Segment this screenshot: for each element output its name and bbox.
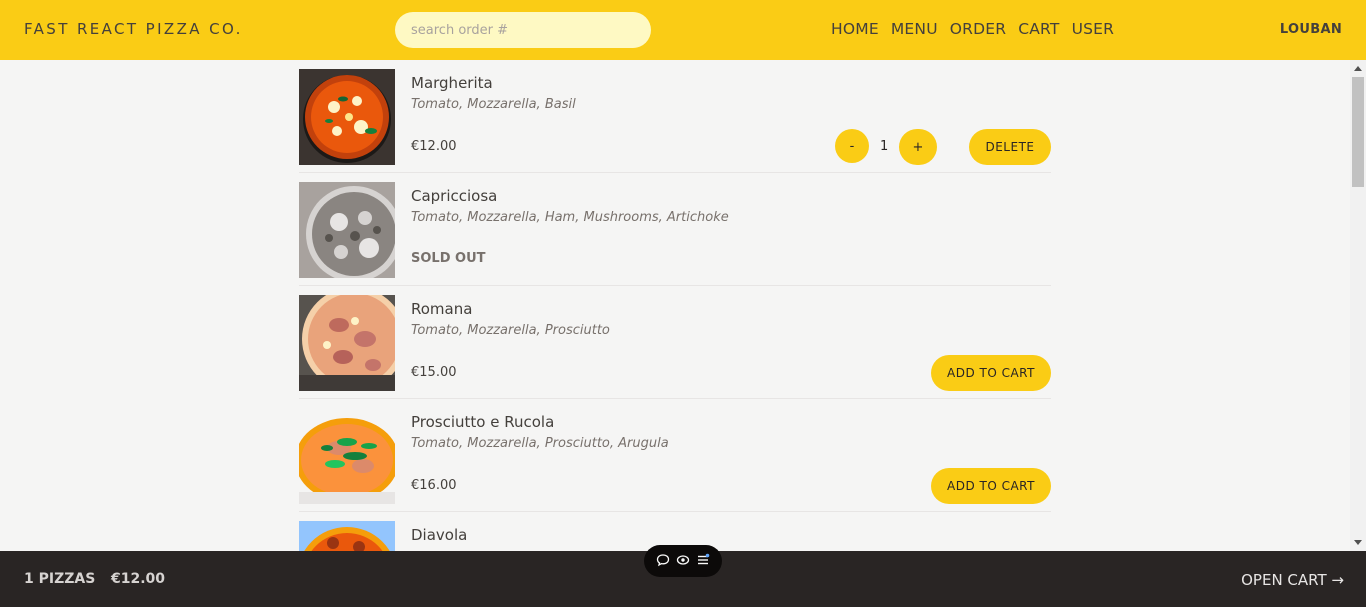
pizza-name: Capricciosa [411,187,498,205]
scrollbar-thumb[interactable] [1352,77,1364,187]
menu-item: Prosciutto e Rucola Tomato, Mozzarella, … [299,399,1051,512]
pizza-name: Margherita [411,74,493,92]
increase-quantity-button[interactable]: + [899,129,937,165]
eye-icon[interactable] [676,552,690,571]
brand-logo[interactable]: FAST REACT PIZZA CO. [24,20,243,38]
menu-lines-icon[interactable] [696,552,710,571]
menu-item: Margherita Tomato, Mozzarella, Basil €12… [299,60,1051,173]
menu-item: Romana Tomato, Mozzarella, Prosciutto €1… [299,286,1051,399]
pizza-ingredients: Tomato, Mozzarella, Prosciutto, Arugula [411,436,669,451]
scroll-down-arrow-icon[interactable] [1354,540,1362,545]
menu-page: Margherita Tomato, Mozzarella, Basil €12… [0,60,1350,551]
pizza-name: Diavola [411,526,468,544]
app-header: FAST REACT PIZZA CO. HOME MENU ORDER CAR… [0,0,1366,60]
cart-pizza-count: 1 PIZZAS [24,571,96,587]
pizza-image [299,295,395,391]
username: LOUBAN [1279,22,1342,37]
cart-total-price: €12.00 [111,571,166,587]
menu-list: Margherita Tomato, Mozzarella, Basil €12… [299,60,1051,551]
nav-cart-link[interactable]: CART [1018,20,1059,38]
pizza-image [299,69,395,165]
pizza-name: Prosciutto e Rucola [411,413,555,431]
nav-user-link[interactable]: USER [1072,20,1115,38]
sold-out-label: SOLD OUT [411,251,486,266]
pizza-ingredients: Tomato, Mozzarella, Ham, Mushrooms, Arti… [411,210,729,225]
open-cart-link[interactable]: OPEN CART → [1241,571,1344,589]
nav-menu-link[interactable]: MENU [891,20,938,38]
menu-item: Capricciosa Tomato, Mozzarella, Ham, Mus… [299,173,1051,286]
pizza-image [299,182,395,278]
pizza-image [299,408,395,504]
pizza-price: €16.00 [411,478,457,493]
pizza-name: Romana [411,300,473,318]
decrease-quantity-button[interactable]: - [835,129,869,163]
scroll-up-arrow-icon[interactable] [1354,66,1362,71]
add-to-cart-button[interactable]: ADD TO CART [931,468,1051,504]
main-nav: HOME MENU ORDER CART USER [831,20,1114,38]
vertical-scrollbar[interactable] [1350,60,1366,551]
item-quantity: 1 [880,139,889,154]
nav-home-link[interactable]: HOME [831,20,879,38]
add-to-cart-button[interactable]: ADD TO CART [931,355,1051,391]
delete-item-button[interactable]: DELETE [969,129,1051,165]
pizza-price: €12.00 [411,139,457,154]
search-order-input[interactable] [395,12,651,48]
floating-toolbar [644,545,722,577]
chat-bubble-icon[interactable] [656,552,670,571]
pizza-ingredients: Tomato, Mozzarella, Basil [411,97,576,112]
pizza-price: €15.00 [411,365,457,380]
pizza-image [299,521,395,551]
pizza-ingredients: Tomato, Mozzarella, Prosciutto [411,323,610,338]
nav-order-link[interactable]: ORDER [950,20,1006,38]
